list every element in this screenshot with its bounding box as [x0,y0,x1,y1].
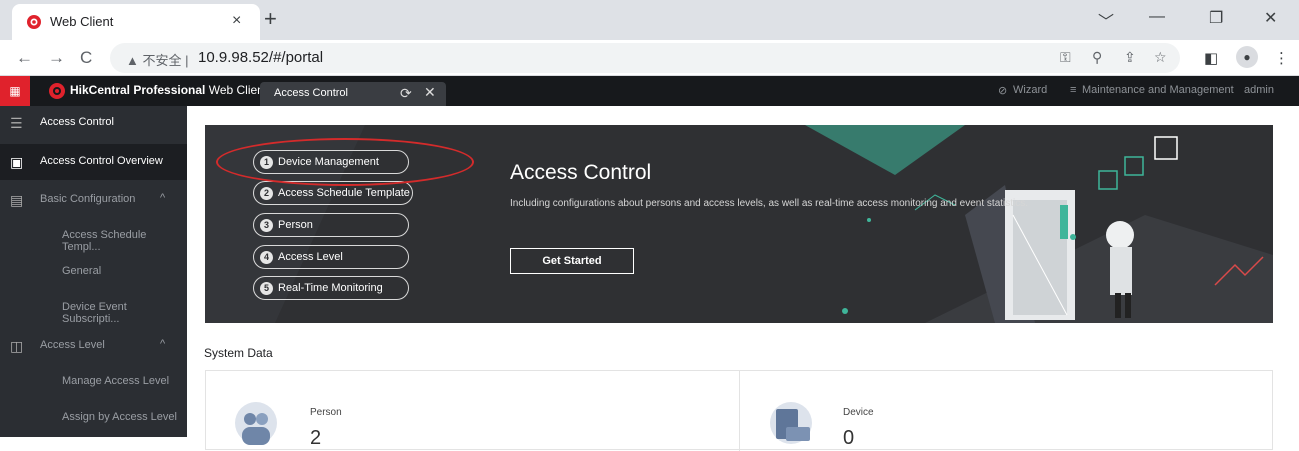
sidebar-item-event-subscription[interactable]: Device Event Subscripti... [0,290,187,326]
sidebar-item-general[interactable]: General [0,254,187,290]
app-tab-access-control[interactable]: Access Control ⟳ ✕ [260,82,446,106]
sidebar-item-overview[interactable]: ▣ Access Control Overview [0,144,187,180]
step-number: 2 [260,187,273,200]
forward-arrow-icon[interactable]: → [48,48,65,68]
user-menu[interactable]: admin [1244,84,1274,96]
person-label: Person [310,407,342,418]
monitor-icon: ▣ [10,154,24,170]
sidebar-item-manage-access-level[interactable]: Manage Access Level [0,364,187,400]
brand-suffix: Web Client [205,83,268,97]
browser-tab[interactable]: Web Client × [12,4,260,40]
wizard-link[interactable]: Wizard [1013,84,1047,96]
step-number: 5 [260,282,273,295]
step-number: 4 [260,251,273,264]
sidebar-item-basic-config[interactable]: ▤ Basic Configuration ^ [0,182,187,218]
browser-toolbar: ← → C ▲ 不安全 | 10.9.98.52/#/portal ⚿ ⚲ ⇪ … [0,40,1299,76]
url-text[interactable]: 10.9.98.52/#/portal [198,49,323,66]
highlight-annotation [216,138,474,186]
step-label: Access Level [278,251,343,263]
tab-close-icon[interactable]: × [232,12,241,30]
maintenance-link[interactable]: Maintenance and Management [1082,84,1234,96]
side-panel-icon[interactable]: ◧ [1204,49,1218,67]
refresh-icon[interactable]: ⟳ [400,85,412,102]
sidebar-item-access-level[interactable]: ◫ Access Level ^ [0,328,187,364]
wizard-icon[interactable]: ⊘ [998,84,1007,97]
app-header: ▦ HikCentral Professional Web Client Acc… [0,76,1299,106]
get-started-button[interactable]: Get Started [510,248,634,274]
list-menu-icon[interactable]: ☰ [10,115,26,131]
person-icon [235,402,277,445]
insecure-indicator[interactable]: ▲ 不安全 | [126,50,188,69]
device-icon [770,402,812,444]
step-access-level[interactable]: 4 Access Level [253,245,409,269]
key-icon[interactable]: ⚿ [1060,49,1071,66]
zoom-icon[interactable]: ⚲ [1092,49,1102,66]
bookmark-star-icon[interactable]: ☆ [1154,49,1167,66]
sidebar-item-label: Manage Access Level [62,375,170,387]
system-data-card: Person 2 Device 0 [205,370,1273,451]
system-data-title: System Data [204,346,273,360]
step-real-time-monitoring[interactable]: 5 Real-Time Monitoring [253,276,409,300]
brand-name: HikCentral Professional Web Client [70,83,267,97]
sidebar-item-schedule-template[interactable]: Access Schedule Templ... [0,218,187,254]
sidebar-header[interactable]: ☰ Access Control [0,108,187,138]
sidebar-item-assign-by-access-level[interactable]: Assign by Access Level [0,400,187,436]
share-icon[interactable]: ⇪ [1124,49,1136,66]
step-number: 3 [260,219,273,232]
tab-search-icon[interactable]: ﹀ [1098,8,1114,32]
close-icon[interactable]: ✕ [424,84,436,101]
address-bar[interactable]: ▲ 不安全 | 10.9.98.52/#/portal ⚿ ⚲ ⇪ ☆ [110,43,1180,73]
menu-icon[interactable]: ≡ [1070,84,1076,96]
config-icon: ▤ [10,192,24,208]
person-value[interactable]: 2 [310,427,321,450]
back-arrow-icon[interactable]: ← [16,48,33,68]
step-label: Person [278,219,313,231]
restore-button[interactable]: ❐ [1209,8,1223,28]
new-tab-button[interactable]: + [264,6,277,32]
step-person[interactable]: 3 Person [253,213,409,237]
banner-title: Access Control [510,161,652,184]
card-divider [739,371,740,451]
sidebar-header-label: Access Control [40,116,114,128]
brand-product: HikCentral Professional [70,83,206,97]
app-grid-icon[interactable]: ▦ [0,76,30,106]
tab-title: Web Client [50,14,114,29]
profile-avatar-icon[interactable]: ● [1236,46,1258,68]
chevron-up-icon[interactable]: ^ [160,192,165,204]
sidebar: ☰ Access Control ▣ Access Control Overvi… [0,106,187,437]
access-level-icon: ◫ [10,338,24,354]
sidebar-item-label: Assign by Access Level [62,411,177,423]
sidebar-item-label: Access Level [40,339,105,351]
sidebar-item-label: Device Event Subscripti... [62,301,127,325]
sidebar-item-label: Access Control Overview [40,155,163,167]
sidebar-item-label: Access Schedule Templ... [62,229,147,253]
step-label: Real-Time Monitoring [278,282,383,294]
hikcentral-logo-icon [49,83,65,99]
step-label: Access Schedule Template [278,187,410,199]
sidebar-item-label: Basic Configuration [40,193,136,205]
app-tab-label: Access Control [274,87,348,99]
device-value[interactable]: 0 [843,427,854,450]
hikvision-favicon-icon [27,15,41,29]
close-window-button[interactable]: ✕ [1264,8,1277,28]
browser-tabstrip: Web Client × + ﹀ — ❐ ✕ [0,0,1299,40]
device-label: Device [843,407,874,418]
more-menu-icon[interactable]: ⋮ [1274,49,1289,67]
sidebar-item-label: General [62,265,102,277]
minimize-button[interactable]: — [1149,8,1165,26]
banner-description: Including configurations about persons a… [510,198,1029,209]
chevron-up-icon[interactable]: ^ [160,338,165,350]
reload-icon[interactable]: C [80,48,92,68]
